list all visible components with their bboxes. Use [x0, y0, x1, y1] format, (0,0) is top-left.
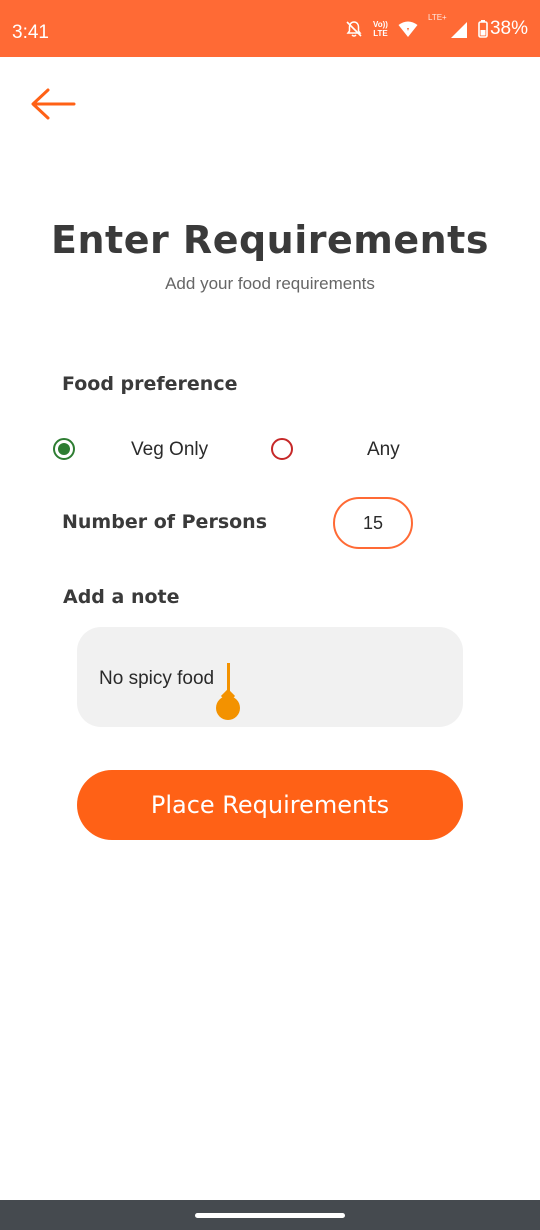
volte-label-top: Vo)): [373, 20, 388, 29]
volte-label-bottom: LTE: [373, 29, 388, 38]
number-of-persons-label: Number of Persons: [62, 511, 268, 533]
any-radio[interactable]: [271, 438, 293, 460]
signal-type-label: LTE+: [427, 13, 447, 22]
home-gesture-pill[interactable]: [195, 1213, 345, 1218]
status-time: 3:41: [12, 22, 49, 43]
veg-only-label[interactable]: Veg Only: [131, 439, 208, 461]
any-label[interactable]: Any: [367, 439, 400, 461]
signal-group: LTE+: [428, 13, 468, 39]
note-input-text: No spicy food: [99, 668, 215, 689]
status-bar: 3:41 Vo)) LTE LTE+ 38%: [0, 0, 540, 57]
battery-percent: 38%: [489, 18, 528, 39]
status-icons: Vo)) LTE LTE+ 38%: [345, 13, 528, 40]
battery-group: 38%: [478, 18, 528, 40]
veg-only-radio[interactable]: [53, 438, 75, 460]
mute-bell-icon: [346, 21, 362, 37]
radio-selected-dot: [58, 443, 70, 455]
place-requirements-button[interactable]: Place Requirements: [77, 770, 463, 840]
cursor-handle-icon[interactable]: [216, 696, 240, 720]
page-subtitle: Add your food requirements: [165, 274, 375, 293]
volte-icon: Vo)) LTE: [373, 20, 388, 38]
system-nav-bar: [0, 1200, 540, 1230]
arrow-left-icon: [31, 88, 76, 120]
signal-icon: [450, 22, 467, 38]
battery-icon: [478, 20, 488, 38]
note-input[interactable]: No spicy food: [77, 627, 463, 727]
page-title: Enter Requirements: [51, 218, 489, 262]
persons-input[interactable]: 15: [333, 497, 413, 549]
add-note-label: Add a note: [63, 586, 180, 608]
back-button[interactable]: [28, 84, 80, 124]
food-preference-label: Food preference: [62, 373, 238, 395]
wifi-icon: [398, 21, 418, 37]
